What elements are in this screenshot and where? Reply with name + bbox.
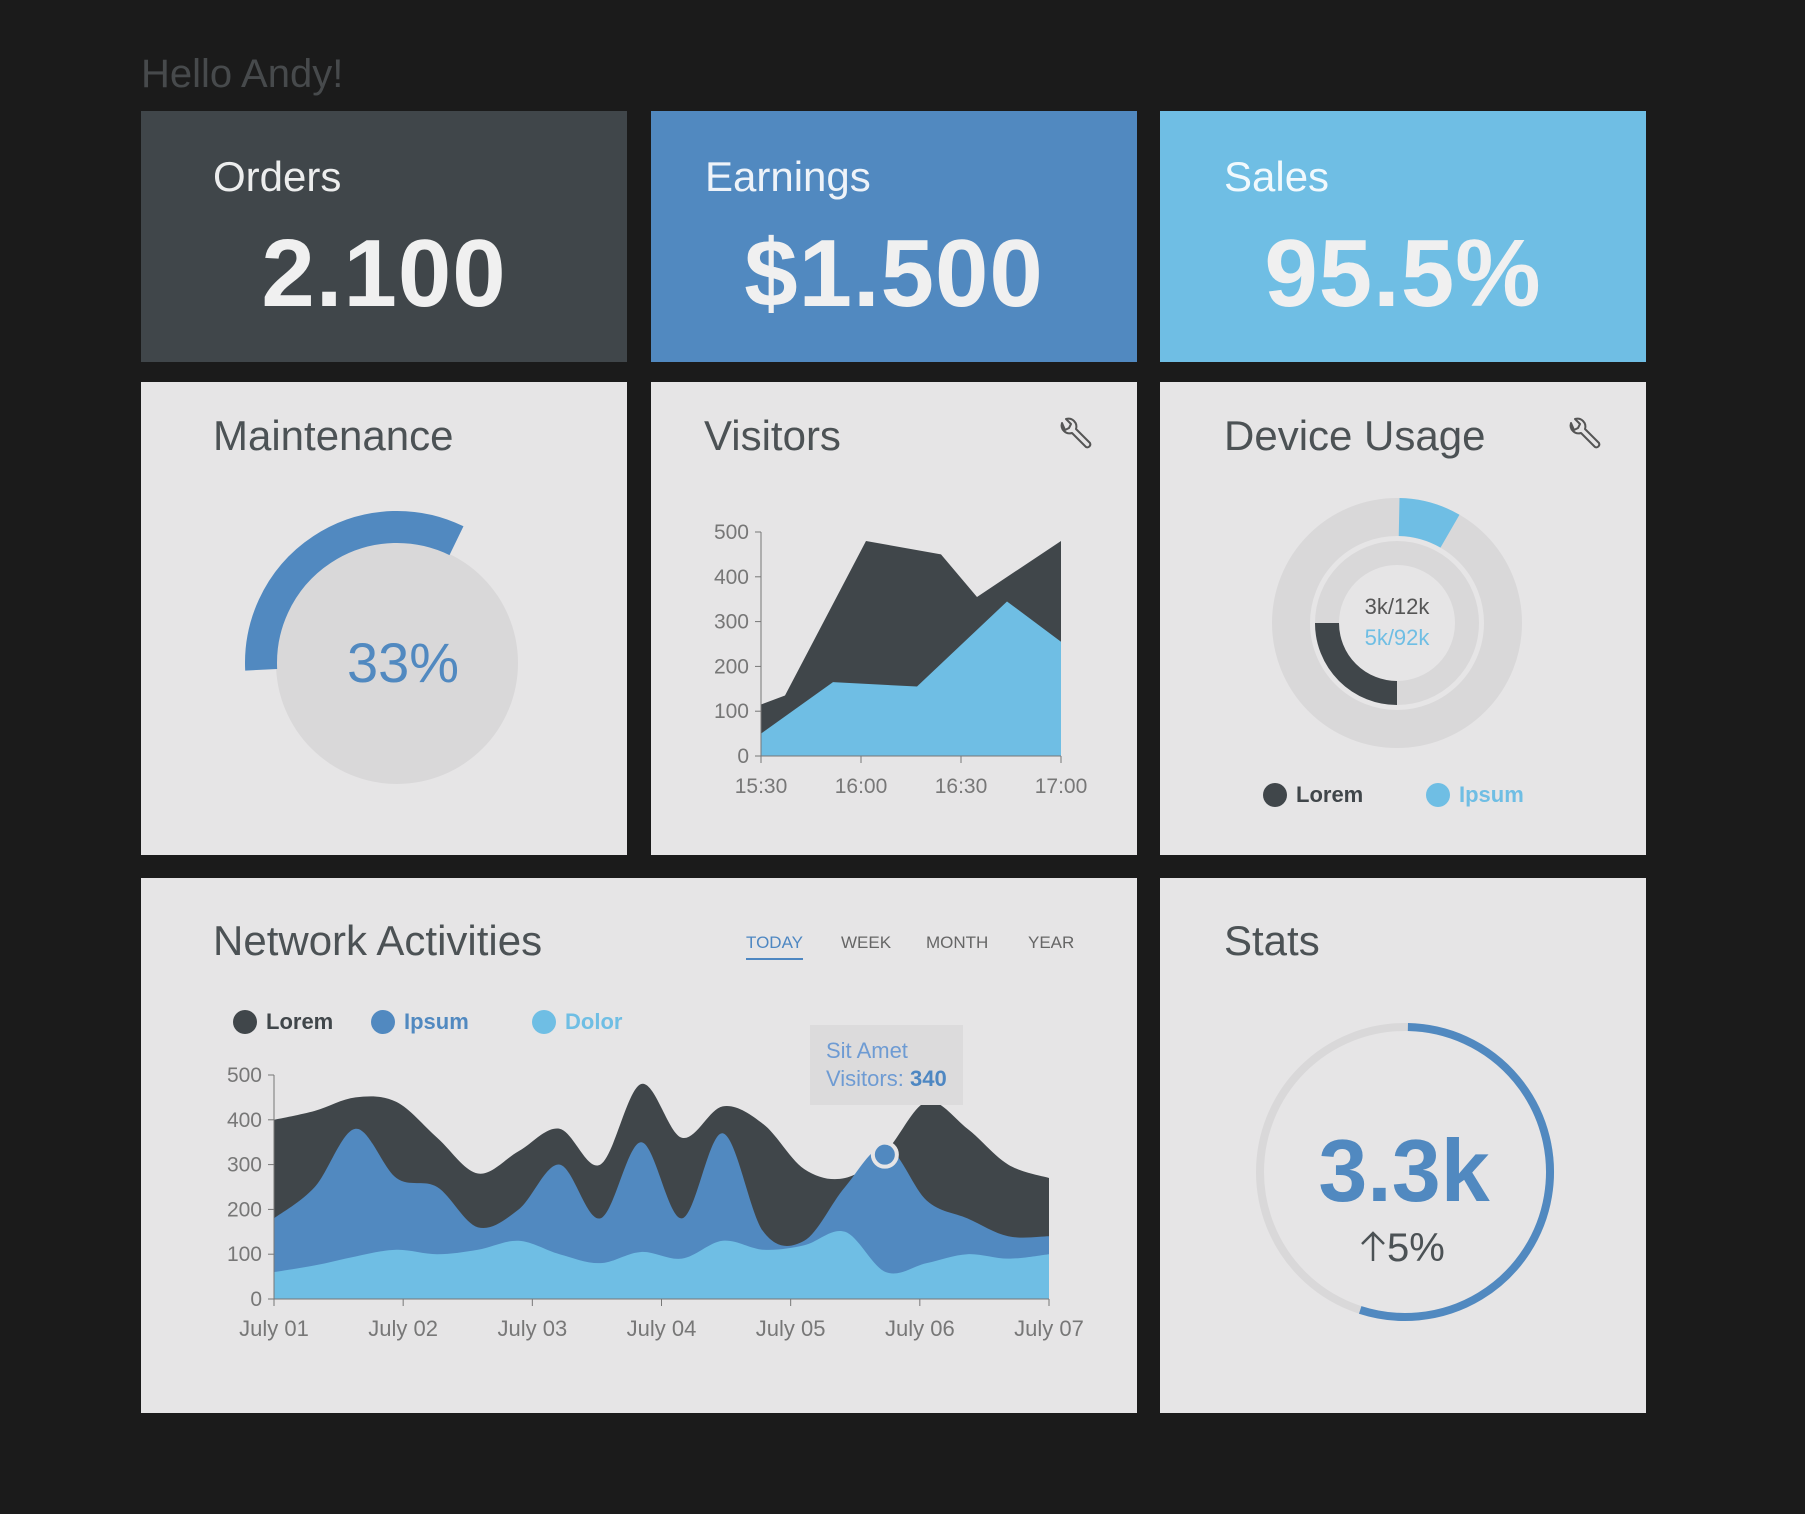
sales-value: 95.5% (1264, 220, 1542, 327)
earnings-value: $1.500 (744, 220, 1044, 327)
x-tick-label: July 02 (368, 1316, 438, 1341)
y-tick-label: 200 (227, 1198, 262, 1221)
stats-value: 3.3k (1318, 1121, 1490, 1220)
y-tick-label: 500 (714, 521, 749, 544)
legend-label: Lorem (266, 1009, 334, 1034)
network-legend-ipsum[interactable]: Ipsum (371, 1009, 469, 1035)
stats-change: 5% (1387, 1226, 1445, 1270)
x-tick-label: 15:30 (735, 775, 788, 798)
earnings-card[interactable]: Earnings $1.500 (651, 111, 1137, 362)
tab-today[interactable]: TODAY (746, 933, 803, 960)
device-usage-chart: 3k/12k 5k/92k (1272, 498, 1522, 748)
x-tick-label: 16:00 (835, 775, 888, 798)
orders-card[interactable]: Orders 2.100 (141, 111, 627, 362)
maintenance-percent: 33% (347, 631, 459, 694)
device-center-line2: 5k/92k (1365, 625, 1431, 650)
network-legend-dolor[interactable]: Dolor (532, 1009, 622, 1035)
x-tick-label: July 03 (497, 1316, 567, 1341)
network-highlight-point (870, 1140, 899, 1169)
sales-card[interactable]: Sales 95.5% (1160, 111, 1646, 362)
stats-card: Stats 3.3k 5% (1160, 878, 1646, 1413)
tab-month[interactable]: MONTH (926, 933, 988, 953)
x-tick-label: July 07 (1014, 1316, 1084, 1341)
arrow-up-icon (1361, 1231, 1385, 1261)
visitors-chart: 0 100 200 300 400 500 15:30 16:00 16:30 17:00 (714, 521, 1088, 798)
x-tick-label: July 06 (885, 1316, 955, 1341)
y-tick-label: 0 (250, 1288, 262, 1311)
device-legend-ipsum[interactable]: Ipsum (1426, 782, 1524, 808)
device-usage-card: Device Usage 3k/12k 5k/92k Lorem Ipsum (1160, 382, 1646, 855)
greeting: Hello Andy! (141, 52, 344, 96)
maintenance-card: Maintenance 33% (141, 382, 627, 855)
y-tick-label: 500 (227, 1064, 262, 1087)
legend-dot-icon (532, 1010, 556, 1034)
earnings-label: Earnings (705, 153, 871, 200)
legend-dot-icon (1426, 783, 1450, 807)
visitors-card: Visitors 0 100 200 300 400 500 15:30 16:00 16:30… (651, 382, 1137, 855)
stats-gauge: 3.3k 5% (1256, 1023, 1554, 1321)
x-tick-label: 17:00 (1035, 775, 1088, 798)
legend-label: Dolor (565, 1009, 623, 1034)
orders-label: Orders (213, 153, 342, 200)
network-tooltip: Sit Amet Visitors: 340 (810, 1025, 963, 1105)
network-card: Network Activities 0 100 200 300 400 500 July … (141, 878, 1137, 1413)
legend-label: Lorem (1296, 782, 1364, 807)
tab-week[interactable]: WEEK (841, 933, 891, 953)
y-tick-label: 100 (227, 1243, 262, 1266)
x-tick-label: July 04 (627, 1316, 697, 1341)
tooltip-value: 340 (909, 1066, 947, 1091)
network-legend-lorem[interactable]: Lorem (233, 1009, 333, 1035)
x-tick-label: July 05 (756, 1316, 826, 1341)
network-chart: 0 100 200 300 400 500 July 01 July 02 July 03 Jul… (227, 1064, 1084, 1341)
legend-label: Ipsum (1459, 782, 1524, 807)
y-tick-label: 0 (737, 745, 749, 768)
y-tick-label: 400 (227, 1109, 262, 1132)
legend-dot-icon (233, 1010, 257, 1034)
sales-label: Sales (1224, 153, 1330, 200)
y-tick-label: 100 (714, 700, 749, 723)
orders-value: 2.100 (261, 220, 507, 327)
maintenance-gauge: 33% (245, 511, 518, 784)
tooltip-title: Sit Amet (826, 1038, 908, 1063)
tab-year[interactable]: YEAR (1028, 933, 1074, 953)
x-tick-label: 16:30 (935, 775, 988, 798)
y-tick-label: 200 (714, 655, 749, 678)
y-tick-label: 400 (714, 566, 749, 589)
device-center-line1: 3k/12k (1365, 594, 1431, 619)
y-tick-label: 300 (227, 1154, 262, 1177)
legend-dot-icon (371, 1010, 395, 1034)
legend-label: Ipsum (404, 1009, 469, 1034)
y-tick-label: 300 (714, 611, 749, 634)
x-tick-label: July 01 (239, 1316, 309, 1341)
device-ipsum-arc (1398, 498, 1460, 548)
legend-dot-icon (1263, 783, 1287, 807)
tooltip-body: Visitors: 340 (826, 1065, 947, 1093)
device-legend-lorem[interactable]: Lorem (1263, 782, 1363, 808)
tooltip-label: Visitors: (826, 1066, 904, 1091)
